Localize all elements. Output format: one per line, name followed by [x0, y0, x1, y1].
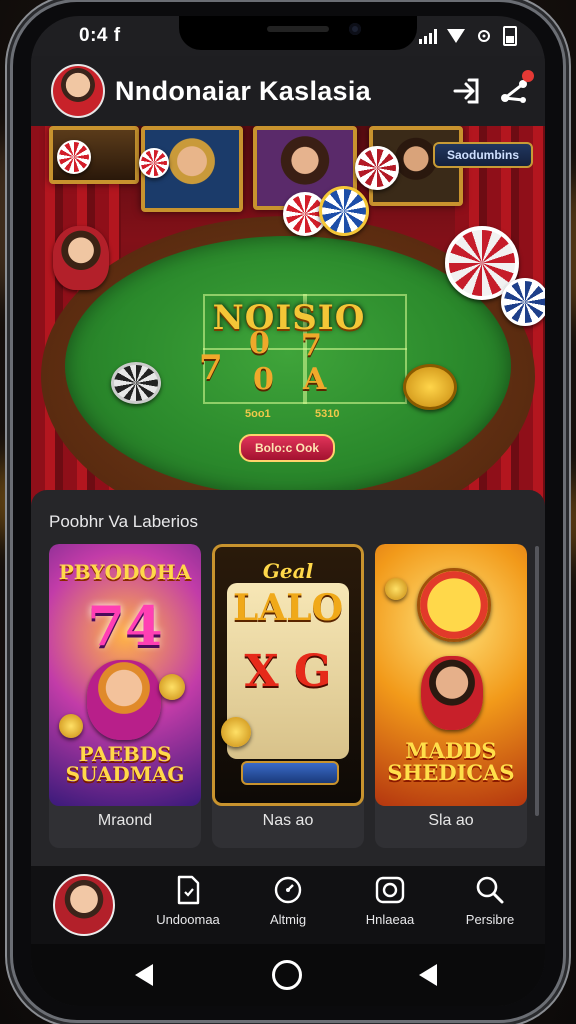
nav-label: Undoomaa [156, 912, 220, 927]
status-bar: 0:4 f [31, 16, 545, 56]
character-avatar [87, 660, 161, 740]
poker-chip-icon [501, 278, 545, 326]
search-icon [476, 876, 504, 904]
game-art-number: 74 [87, 594, 163, 658]
share-button[interactable] [497, 70, 534, 108]
nav-label: Hnlaeaa [365, 912, 415, 927]
game-card[interactable]: PBYODOHA 74 PAEBDS SUADMAG Mraond [49, 544, 201, 848]
nav-item-documents[interactable]: Undoomaa [143, 874, 233, 927]
gold-coin-icon [159, 674, 185, 700]
game-art-title: Geal [262, 559, 314, 583]
profile-avatar[interactable] [53, 874, 115, 936]
game-art-title: PBYODOHA [58, 560, 192, 584]
game-card-label: Nas ao [262, 812, 314, 829]
table-symbol: 0 [249, 326, 270, 361]
game-art: PBYODOHA 74 PAEBDS SUADMAG [49, 544, 201, 806]
recents-back-icon[interactable] [419, 964, 437, 986]
table-symbol: 0 [253, 362, 274, 397]
scrollbar[interactable] [535, 546, 539, 816]
featured-games-panel: Poobhr Va Laberios PBYODOHA 74 PAEBDS SU… [31, 490, 545, 866]
gold-coin-icon [385, 578, 407, 600]
game-card[interactable]: MADDS SHEDICAS Sla ao [375, 544, 527, 848]
game-card-label: Sla ao [428, 812, 474, 829]
wifi-icon [447, 29, 465, 43]
game-card-label: Mraond [97, 812, 153, 829]
app-title: Nndonaiar Kaslasia [115, 76, 371, 106]
file-icon [177, 875, 200, 905]
notification-badge [522, 70, 534, 82]
game-card[interactable]: Geal LALO X G Nas ao [212, 544, 364, 848]
nav-label: Altmig [269, 912, 307, 927]
phone-frame: 0:4 f Nndonaiar Kaslasia Saodumbins NOIS… [13, 2, 563, 1020]
login-arrow-icon [453, 78, 479, 104]
dealer-avatar [53, 226, 109, 290]
login-button[interactable] [449, 74, 483, 108]
nav-item-activity[interactable]: Altmig [243, 874, 333, 927]
game-art-footer: MADDS SHEDICAS [387, 738, 515, 785]
game-art-footer: PAEBDS SUADMAG [65, 742, 185, 786]
bottom-navigation: Undoomaa Altmig Hnlaeaa Persibre [31, 866, 545, 944]
poker-chip-icon [111, 362, 161, 404]
table-small-text: 5oo1 [245, 408, 271, 420]
game-art: Geal LALO X G [212, 544, 364, 806]
table-small-text: 5310 [315, 408, 340, 420]
game-art: MADDS SHEDICAS [375, 544, 527, 806]
app-header: Nndonaiar Kaslasia [31, 56, 545, 126]
poker-chip-icon [355, 146, 399, 190]
nav-label: Persibre [465, 912, 515, 927]
table-symbol: 7 [199, 348, 223, 388]
signal-icon [419, 28, 437, 44]
screen: 0:4 f Nndonaiar Kaslasia Saodumbins NOIS… [31, 16, 545, 1006]
gold-coin-icon [403, 364, 457, 410]
front-camera-icon [349, 23, 361, 35]
section-title: Poobhr Va Laberios [49, 512, 199, 531]
table-logo: NOISIO [212, 298, 366, 338]
nav-item-camera[interactable]: Hnlaeaa [345, 874, 435, 927]
settings-status-icon [478, 30, 490, 42]
gold-coin-icon [59, 714, 83, 738]
game-art-number: LALO [233, 587, 343, 629]
poker-chip-icon [319, 186, 369, 236]
poker-chip-icon [139, 148, 169, 178]
game-art-footer: X G [244, 646, 332, 697]
table-play-button[interactable]: Bolo:c Ook [239, 434, 335, 462]
camera-icon [375, 876, 405, 904]
character-avatar [421, 656, 483, 730]
gold-coin-icon [221, 717, 251, 747]
slot-spin-bar [241, 761, 339, 785]
camera-notch [179, 16, 417, 50]
clock-icon [274, 876, 302, 904]
home-icon[interactable] [272, 960, 302, 990]
status-time: 0:4 f [79, 25, 121, 46]
system-navigation [31, 944, 545, 1006]
promo-badge[interactable]: Saodumbins [432, 142, 533, 168]
user-avatar[interactable] [51, 64, 105, 118]
table-symbol: 7 [301, 328, 322, 363]
back-icon[interactable] [135, 964, 153, 986]
poker-chip-icon [57, 140, 91, 174]
battery-icon [503, 26, 517, 46]
table-symbol: A [303, 362, 327, 397]
smiley-wheel-icon [417, 568, 491, 642]
nav-item-search[interactable]: Persibre [445, 874, 535, 927]
hero-banner[interactable]: Saodumbins NOISIO 7 0 7 0 A 5oo1 5310 Bo… [31, 126, 545, 506]
